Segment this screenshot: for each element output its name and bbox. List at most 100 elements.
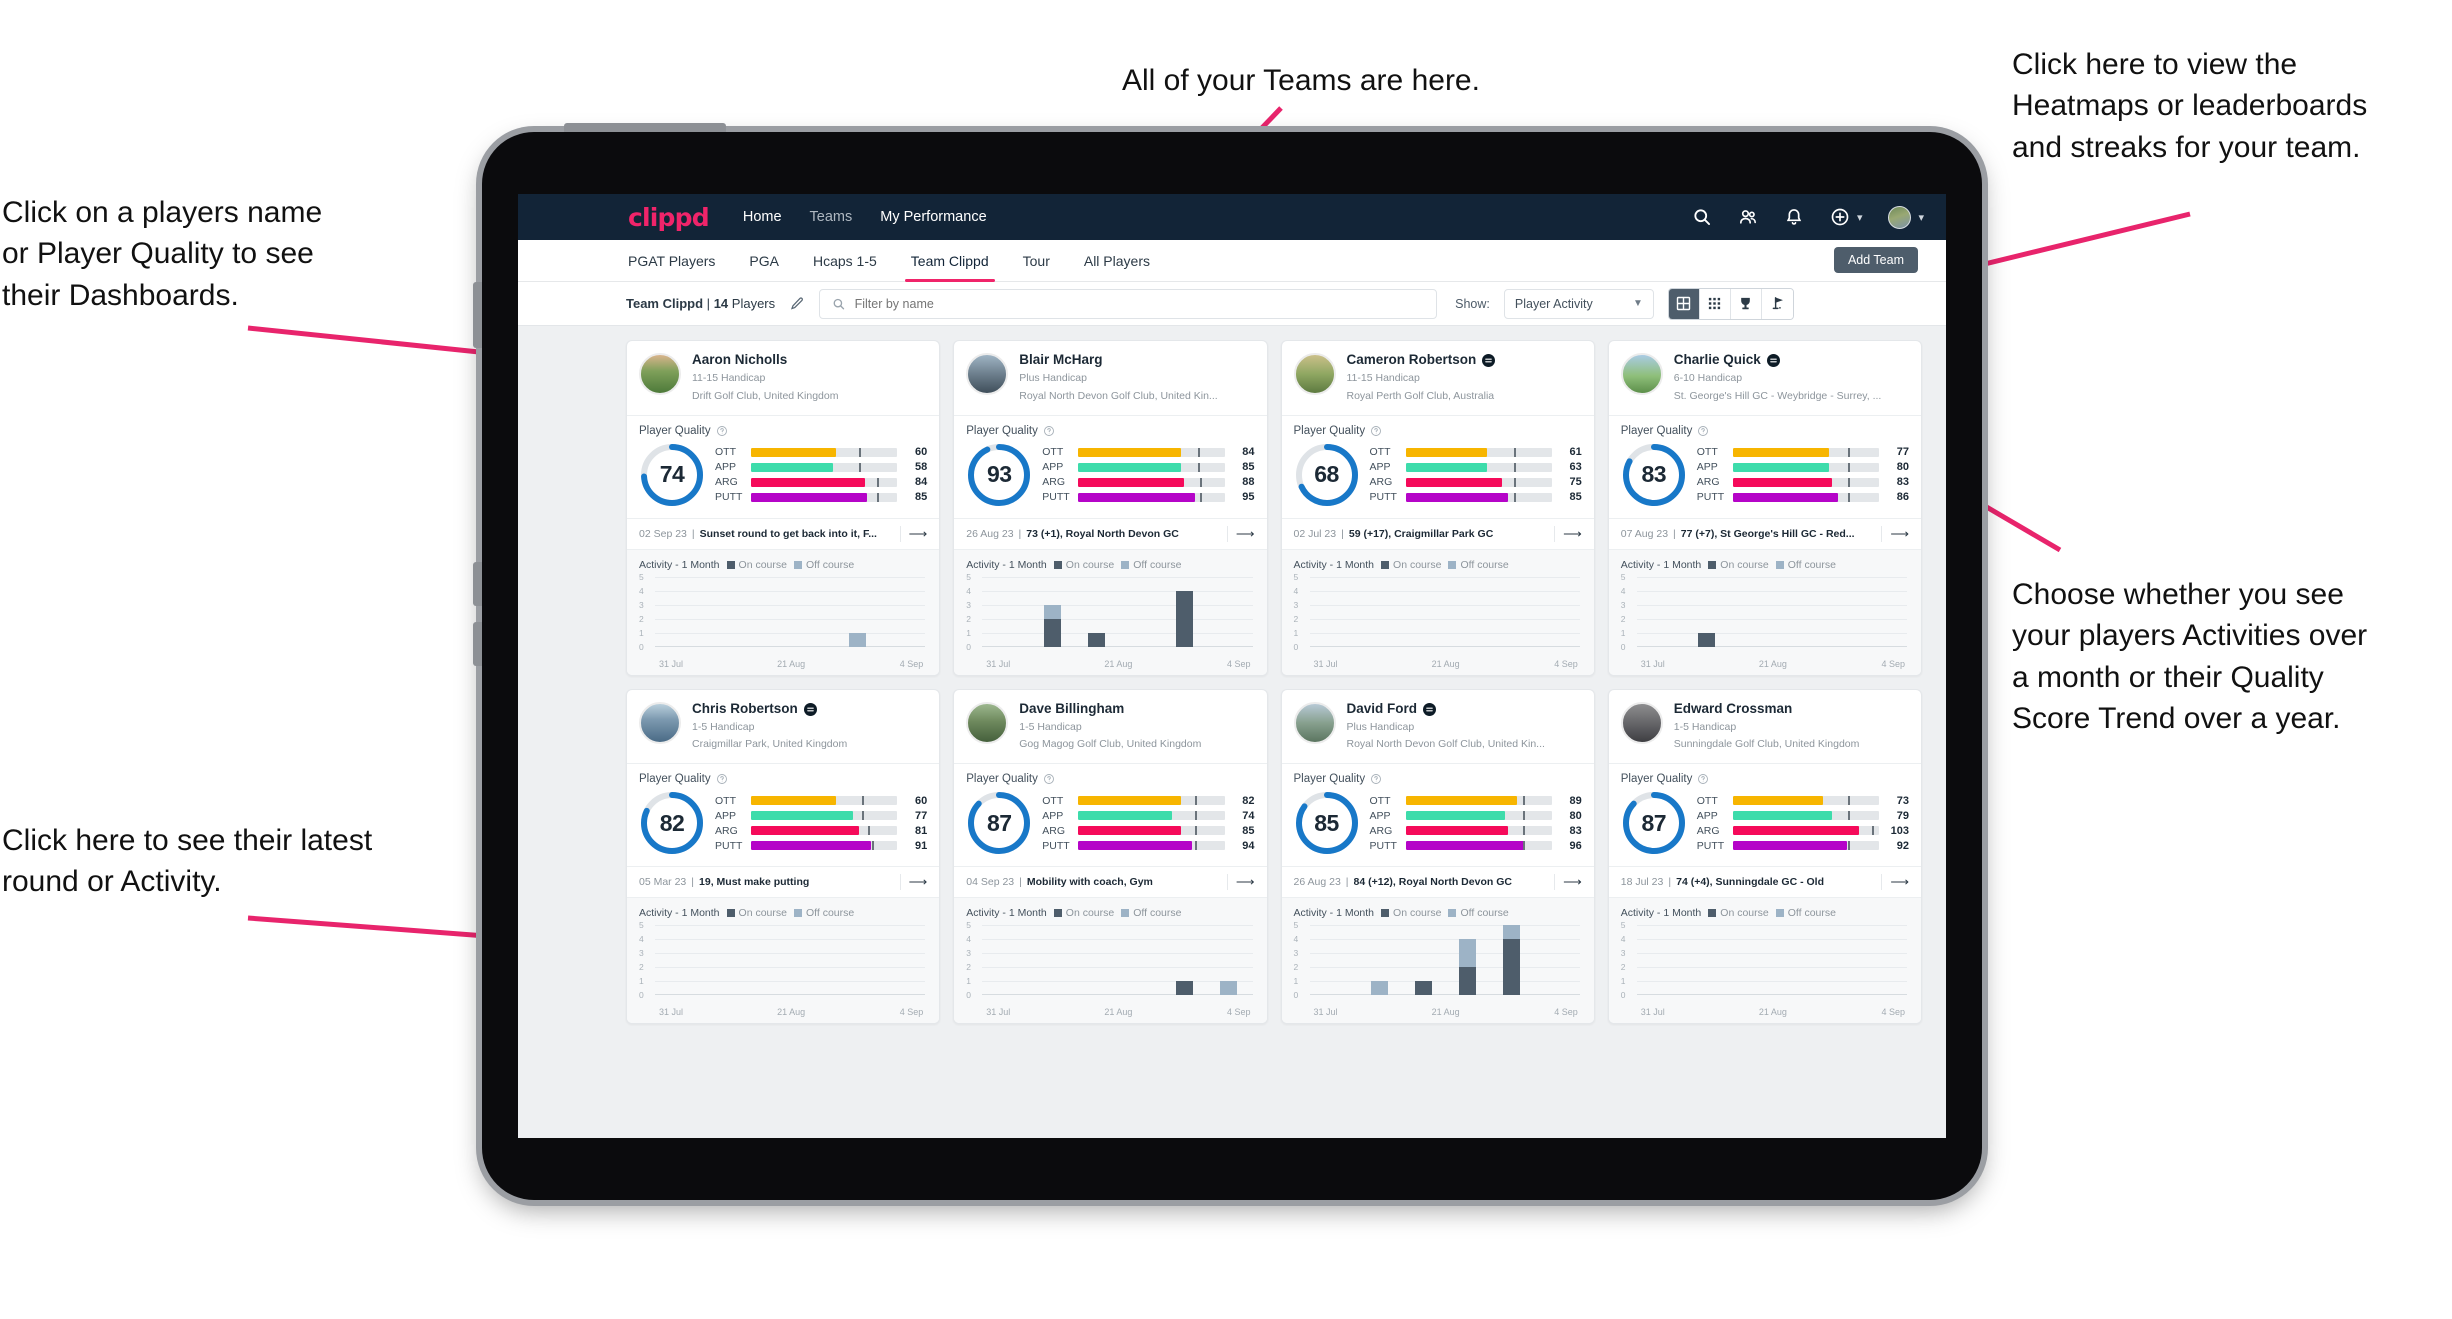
bell-icon[interactable]: [1784, 207, 1804, 227]
plus-circle-icon[interactable]: [1830, 207, 1850, 227]
show-select[interactable]: Player Activity ▼: [1503, 288, 1654, 319]
player-quality-section[interactable]: Player Quality 82 OTT 60 APP 77 ARG 81 PUTT 91: [627, 764, 939, 866]
arrow-right-icon[interactable]: ⟶: [1554, 874, 1582, 891]
nav-my-performance[interactable]: My Performance: [880, 209, 986, 225]
player-avatar[interactable]: [1620, 353, 1663, 395]
arrow-right-icon[interactable]: ⟶: [1226, 525, 1255, 542]
help-icon[interactable]: [1370, 425, 1382, 437]
tab-all-players[interactable]: All Players: [1084, 240, 1150, 282]
player-name[interactable]: Cameron Robertson: [1347, 352, 1496, 368]
stacked-bar[interactable]: [1503, 925, 1521, 996]
player-name[interactable]: David Ford: [1347, 701, 1545, 717]
latest-round-row[interactable]: 02 Sep 23 | Sunset round to get back into …: [627, 517, 940, 549]
player-card-header[interactable]: Blair McHarg Plus Handicap Royal North Dev…: [954, 341, 1266, 415]
latest-round-row[interactable]: 07 Aug 23 | 77 (+7), St George's Hill GC -…: [1608, 517, 1921, 549]
arrow-right-icon[interactable]: ⟶: [899, 525, 927, 542]
player-quality-section[interactable]: Player Quality 83 OTT 77 APP 80 ARG 83 PUTT 86: [1609, 416, 1921, 518]
player-name[interactable]: Aaron Nicholls: [692, 352, 838, 368]
stacked-bar[interactable]: [1175, 590, 1193, 647]
latest-round-row[interactable]: 05 Mar 23 | 19, Must make putting ⟶: [627, 866, 940, 897]
player-card[interactable]: Chris Robertson 1-5 Handicap Craigmillar P…: [626, 688, 941, 1025]
stacked-bar[interactable]: [1698, 632, 1716, 647]
player-quality-section[interactable]: Player Quality 68 OTT 61 APP 63 ARG 75 PUTT 85: [1282, 416, 1594, 518]
player-card[interactable]: Dave Billingham 1-5 Handicap Gog Magog Gol…: [953, 688, 1268, 1025]
stacked-bar[interactable]: [1459, 939, 1477, 996]
flag-view-icon[interactable]: [1761, 288, 1793, 319]
player-quality-section[interactable]: Player Quality 74 OTT 60 APP 58 ARG 84 PUTT 85: [627, 416, 939, 518]
grid-view-icon[interactable]: [1668, 288, 1700, 319]
player-card[interactable]: Blair McHarg Plus Handicap Royal North Dev…: [953, 340, 1268, 676]
player-avatar[interactable]: [966, 353, 1009, 395]
search-input[interactable]: [854, 296, 1425, 311]
help-icon[interactable]: [1370, 773, 1382, 785]
help-icon[interactable]: [1043, 773, 1055, 785]
player-name[interactable]: Dave Billingham: [1019, 701, 1201, 717]
tab-team-clippd[interactable]: Team Clippd: [904, 240, 995, 282]
player-name[interactable]: Blair McHarg: [1019, 352, 1217, 368]
help-icon[interactable]: [1043, 425, 1055, 437]
add-team-button[interactable]: Add Team: [1833, 247, 1918, 273]
chevron-down-icon-add[interactable]: ▾: [1857, 211, 1863, 224]
player-card[interactable]: Charlie Quick 6-10 Handicap St. George's H…: [1607, 340, 1922, 676]
people-icon[interactable]: [1738, 207, 1758, 227]
player-card-header[interactable]: Aaron Nicholls 11-15 Handicap Drift Golf C…: [627, 341, 939, 415]
player-quality-section[interactable]: Player Quality 87 OTT 82 APP 74 ARG 85 PUTT 94: [954, 764, 1266, 866]
player-quality-section[interactable]: Player Quality 85 OTT 89 APP 80 ARG 83 PUTT 96: [1282, 764, 1594, 866]
arrow-right-icon[interactable]: ⟶: [1881, 874, 1909, 891]
avatar[interactable]: [1888, 205, 1912, 229]
stacked-bar[interactable]: [1043, 604, 1061, 647]
stacked-bar[interactable]: [1087, 632, 1105, 647]
player-card[interactable]: Aaron Nicholls 11-15 Handicap Drift Golf C…: [626, 340, 941, 676]
help-icon[interactable]: [716, 425, 728, 437]
stacked-bar[interactable]: [1175, 981, 1193, 996]
help-icon[interactable]: [1697, 425, 1709, 437]
player-card-header[interactable]: Cameron Robertson 11-15 Handicap Royal Per…: [1282, 341, 1594, 415]
stacked-bar[interactable]: [1415, 981, 1433, 996]
player-avatar[interactable]: [966, 701, 1009, 744]
player-card-header[interactable]: Chris Robertson 1-5 Handicap Craigmillar P…: [627, 690, 939, 764]
trophy-view-icon[interactable]: [1730, 288, 1762, 319]
tab-hcaps-1-5[interactable]: Hcaps 1-5: [813, 240, 877, 282]
arrow-right-icon[interactable]: ⟶: [1226, 874, 1255, 891]
player-avatar[interactable]: [639, 353, 681, 395]
latest-round-row[interactable]: 18 Jul 23 | 74 (+4), Sunningdale GC - Old ⟶: [1608, 866, 1921, 897]
add-menu[interactable]: ▾: [1830, 207, 1863, 227]
nav-home[interactable]: Home: [743, 209, 782, 225]
player-avatar[interactable]: [1293, 701, 1336, 744]
player-avatar[interactable]: [639, 701, 681, 744]
player-card-header[interactable]: Dave Billingham 1-5 Handicap Gog Magog Gol…: [954, 690, 1266, 764]
help-icon[interactable]: [716, 773, 728, 785]
stacked-bar[interactable]: [1220, 981, 1237, 996]
profile-menu[interactable]: ▾: [1888, 205, 1924, 229]
player-name[interactable]: Edward Crossman: [1674, 701, 1860, 717]
stacked-bar[interactable]: [1371, 981, 1389, 996]
player-name[interactable]: Chris Robertson: [692, 701, 847, 717]
tab-tour[interactable]: Tour: [1023, 240, 1050, 282]
clippd-logo[interactable]: clippd: [628, 203, 710, 232]
search-icon[interactable]: [1692, 207, 1712, 227]
player-name[interactable]: Charlie Quick: [1674, 352, 1882, 368]
arrow-right-icon[interactable]: ⟶: [899, 874, 927, 891]
pencil-icon[interactable]: [789, 296, 805, 312]
tab-pga[interactable]: PGA: [749, 240, 779, 282]
player-card-header[interactable]: Edward Crossman 1-5 Handicap Sunningdale G…: [1609, 690, 1921, 764]
arrow-right-icon[interactable]: ⟶: [1881, 525, 1909, 542]
player-card-header[interactable]: David Ford Plus Handicap Royal North Devon…: [1282, 690, 1594, 764]
player-card-header[interactable]: Charlie Quick 6-10 Handicap St. George's H…: [1609, 341, 1921, 415]
arrow-right-icon[interactable]: ⟶: [1554, 525, 1582, 542]
latest-round-row[interactable]: 02 Jul 23 | 59 (+17), Craigmillar Park GC ⟶: [1281, 517, 1594, 549]
search-box[interactable]: [819, 288, 1438, 319]
dots-grid-view-icon[interactable]: [1699, 288, 1731, 319]
player-card[interactable]: Edward Crossman 1-5 Handicap Sunningdale G…: [1607, 688, 1922, 1025]
player-quality-section[interactable]: Player Quality 87 OTT 73 APP 79 ARG 103 PUTT 92: [1609, 764, 1921, 866]
help-icon[interactable]: [1697, 773, 1709, 785]
latest-round-row[interactable]: 26 Aug 23 | 84 (+12), Royal North Devon GC…: [1281, 866, 1594, 897]
latest-round-row[interactable]: 04 Sep 23 | Mobility with coach, Gym ⟶: [954, 866, 1267, 897]
player-card[interactable]: Cameron Robertson 11-15 Handicap Royal Per…: [1280, 340, 1595, 676]
player-card[interactable]: David Ford Plus Handicap Royal North Devon…: [1280, 688, 1595, 1025]
latest-round-row[interactable]: 26 Aug 23 | 73 (+1), Royal North Devon GC ⟶: [954, 517, 1267, 549]
chevron-down-icon-profile[interactable]: ▾: [1918, 211, 1924, 224]
player-quality-section[interactable]: Player Quality 93 OTT 84 APP 85 ARG 88 PUTT 95: [954, 416, 1266, 518]
player-avatar[interactable]: [1293, 353, 1336, 395]
player-avatar[interactable]: [1620, 701, 1663, 744]
